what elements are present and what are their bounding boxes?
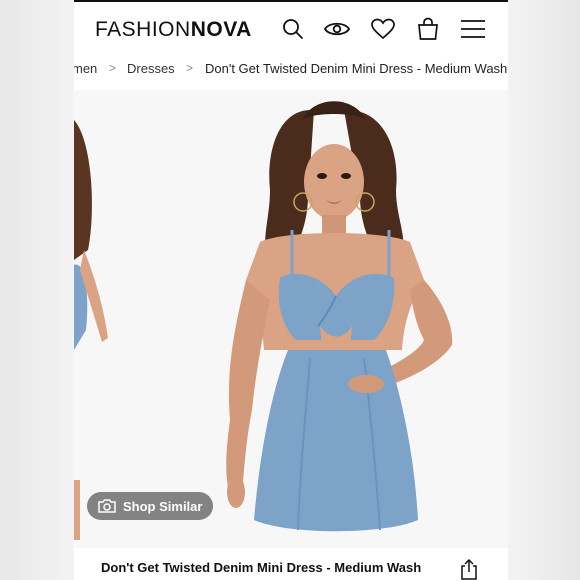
product-image[interactable] xyxy=(74,90,508,548)
breadcrumb-separator: > xyxy=(186,61,194,75)
phone-screen: FASHIONNOVA men > Dresses > Don't Get Tw… xyxy=(74,0,508,580)
shopping-bag-icon[interactable] xyxy=(413,14,443,44)
eye-icon[interactable] xyxy=(322,14,352,44)
fashion-nova-logo[interactable]: FASHIONNOVA xyxy=(95,16,252,44)
breadcrumb-item-women[interactable]: men xyxy=(74,61,97,76)
heart-icon[interactable] xyxy=(368,14,398,44)
background-left-blur xyxy=(0,0,74,580)
logo-bold-text: NOVA xyxy=(190,18,252,41)
status-line xyxy=(74,0,508,2)
menu-icon[interactable] xyxy=(458,14,488,44)
background-right-blur xyxy=(508,0,580,580)
product-photo-illustration xyxy=(74,101,453,540)
camera-icon xyxy=(98,499,116,513)
breadcrumb-separator: > xyxy=(109,61,117,75)
breadcrumb-item-dresses[interactable]: Dresses xyxy=(127,61,175,76)
share-icon[interactable] xyxy=(458,558,480,580)
product-info-bar: Don't Get Twisted Denim Mini Dress - Med… xyxy=(74,548,508,580)
search-icon[interactable] xyxy=(278,14,308,44)
logo-light-text: FASHION xyxy=(95,18,191,41)
shop-similar-label: Shop Similar xyxy=(123,498,203,514)
shop-similar-button[interactable]: Shop Similar xyxy=(87,492,213,520)
breadcrumb-item-current: Don't Get Twisted Denim Mini Dress - Med… xyxy=(205,61,508,76)
product-title: Don't Get Twisted Denim Mini Dress - Med… xyxy=(101,560,422,575)
breadcrumb: men > Dresses > Don't Get Twisted Denim … xyxy=(74,59,508,79)
